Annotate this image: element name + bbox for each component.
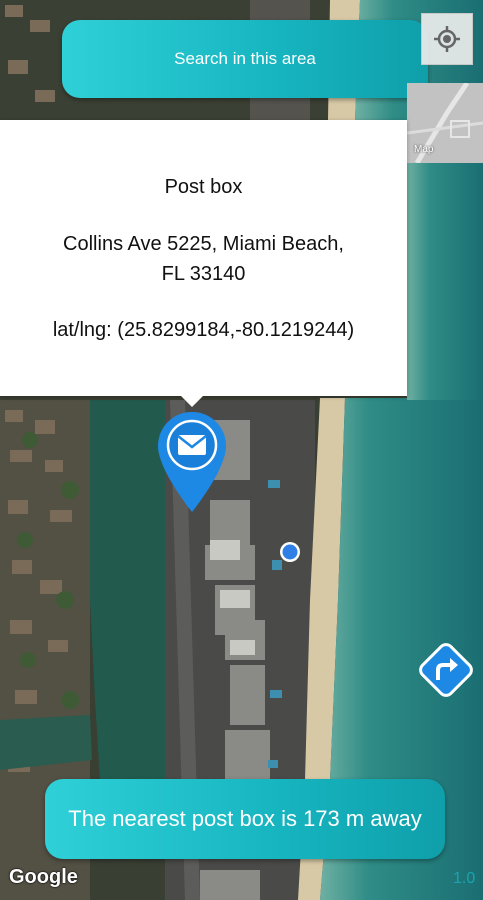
- mail-icon: [177, 435, 207, 455]
- info-window-tail: [181, 396, 203, 407]
- info-window: Post box Collins Ave 5225, Miami Beach, …: [0, 120, 407, 396]
- nearest-post-box-banner[interactable]: The nearest post box is 173 m away: [45, 779, 445, 859]
- info-address-line1: Collins Ave 5225, Miami Beach,: [63, 233, 344, 255]
- info-latlng: lat/lng: (25.8299184,-80.1219244): [52, 319, 355, 341]
- info-address-line2: FL 33140: [161, 263, 246, 285]
- map-type-label: Map: [414, 144, 434, 155]
- google-logo: Google: [9, 866, 78, 888]
- search-in-this-area-button[interactable]: Search in this area: [62, 20, 428, 98]
- post-box-marker[interactable]: [156, 410, 228, 514]
- version-label: 1.0: [453, 870, 476, 887]
- my-location-icon: [434, 26, 460, 52]
- directions-button[interactable]: [416, 640, 476, 700]
- map-type-toggle[interactable]: Map: [407, 83, 483, 163]
- my-location-button[interactable]: [421, 13, 473, 65]
- user-location-icon: [280, 542, 300, 562]
- info-title: Post box: [164, 176, 243, 198]
